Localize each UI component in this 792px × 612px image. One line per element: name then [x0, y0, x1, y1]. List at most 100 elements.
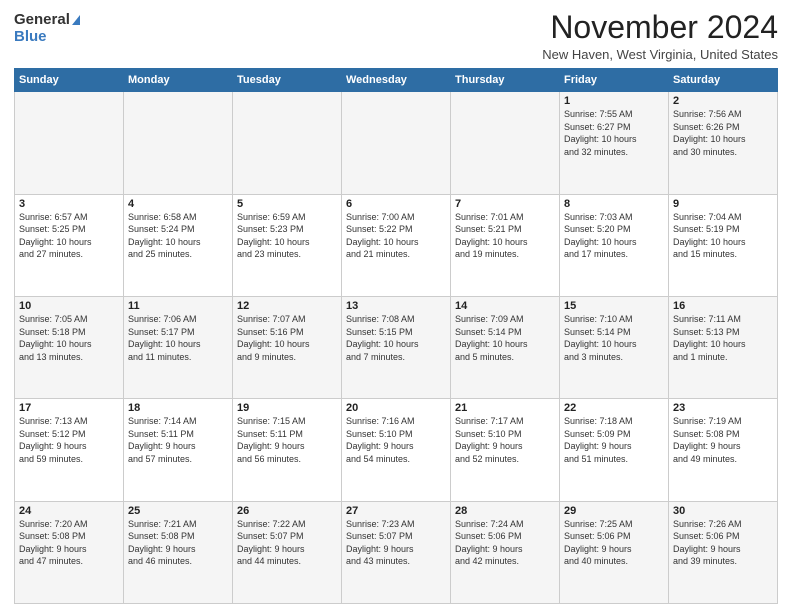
day-number: 2	[673, 95, 773, 107]
calendar-cell: 9Sunrise: 7:04 AM Sunset: 5:19 PM Daylig…	[669, 194, 778, 296]
title-block: November 2024 New Haven, West Virginia, …	[542, 10, 778, 62]
day-info: Sunrise: 6:57 AM Sunset: 5:25 PM Dayligh…	[19, 211, 119, 261]
day-number: 30	[673, 505, 773, 517]
day-info: Sunrise: 7:55 AM Sunset: 6:27 PM Dayligh…	[564, 108, 664, 158]
day-number: 11	[128, 300, 228, 312]
day-info: Sunrise: 7:25 AM Sunset: 5:06 PM Dayligh…	[564, 518, 664, 568]
calendar-cell: 21Sunrise: 7:17 AM Sunset: 5:10 PM Dayli…	[451, 399, 560, 501]
day-number: 26	[237, 505, 337, 517]
calendar-cell: 1Sunrise: 7:55 AM Sunset: 6:27 PM Daylig…	[560, 92, 669, 194]
calendar-week-5: 24Sunrise: 7:20 AM Sunset: 5:08 PM Dayli…	[15, 501, 778, 603]
day-number: 29	[564, 505, 664, 517]
calendar-week-2: 3Sunrise: 6:57 AM Sunset: 5:25 PM Daylig…	[15, 194, 778, 296]
day-number: 9	[673, 198, 773, 210]
day-number: 1	[564, 95, 664, 107]
weekday-header-sunday: Sunday	[15, 69, 124, 92]
weekday-header-tuesday: Tuesday	[233, 69, 342, 92]
calendar-cell: 29Sunrise: 7:25 AM Sunset: 5:06 PM Dayli…	[560, 501, 669, 603]
day-info: Sunrise: 7:11 AM Sunset: 5:13 PM Dayligh…	[673, 313, 773, 363]
calendar-cell: 14Sunrise: 7:09 AM Sunset: 5:14 PM Dayli…	[451, 296, 560, 398]
day-number: 28	[455, 505, 555, 517]
day-info: Sunrise: 7:04 AM Sunset: 5:19 PM Dayligh…	[673, 211, 773, 261]
calendar-cell: 24Sunrise: 7:20 AM Sunset: 5:08 PM Dayli…	[15, 501, 124, 603]
calendar-cell	[233, 92, 342, 194]
day-info: Sunrise: 7:26 AM Sunset: 5:06 PM Dayligh…	[673, 518, 773, 568]
header: General Blue November 2024 New Haven, We…	[14, 10, 778, 62]
day-number: 21	[455, 402, 555, 414]
day-info: Sunrise: 7:09 AM Sunset: 5:14 PM Dayligh…	[455, 313, 555, 363]
day-number: 22	[564, 402, 664, 414]
day-number: 7	[455, 198, 555, 210]
day-number: 16	[673, 300, 773, 312]
day-info: Sunrise: 7:23 AM Sunset: 5:07 PM Dayligh…	[346, 518, 446, 568]
day-number: 20	[346, 402, 446, 414]
month-title: November 2024	[542, 10, 778, 45]
calendar-cell: 10Sunrise: 7:05 AM Sunset: 5:18 PM Dayli…	[15, 296, 124, 398]
calendar-week-1: 1Sunrise: 7:55 AM Sunset: 6:27 PM Daylig…	[15, 92, 778, 194]
day-info: Sunrise: 7:13 AM Sunset: 5:12 PM Dayligh…	[19, 415, 119, 465]
day-info: Sunrise: 7:06 AM Sunset: 5:17 PM Dayligh…	[128, 313, 228, 363]
calendar-cell: 19Sunrise: 7:15 AM Sunset: 5:11 PM Dayli…	[233, 399, 342, 501]
day-number: 18	[128, 402, 228, 414]
day-number: 12	[237, 300, 337, 312]
day-number: 25	[128, 505, 228, 517]
weekday-header-thursday: Thursday	[451, 69, 560, 92]
day-info: Sunrise: 7:00 AM Sunset: 5:22 PM Dayligh…	[346, 211, 446, 261]
calendar-table: SundayMondayTuesdayWednesdayThursdayFrid…	[14, 68, 778, 604]
weekday-header-monday: Monday	[124, 69, 233, 92]
day-number: 14	[455, 300, 555, 312]
day-number: 4	[128, 198, 228, 210]
calendar-cell: 3Sunrise: 6:57 AM Sunset: 5:25 PM Daylig…	[15, 194, 124, 296]
day-info: Sunrise: 7:18 AM Sunset: 5:09 PM Dayligh…	[564, 415, 664, 465]
logo: General Blue	[14, 10, 80, 45]
calendar-cell: 12Sunrise: 7:07 AM Sunset: 5:16 PM Dayli…	[233, 296, 342, 398]
calendar-cell: 4Sunrise: 6:58 AM Sunset: 5:24 PM Daylig…	[124, 194, 233, 296]
location-text: New Haven, West Virginia, United States	[542, 47, 778, 62]
day-number: 23	[673, 402, 773, 414]
day-number: 27	[346, 505, 446, 517]
day-info: Sunrise: 7:17 AM Sunset: 5:10 PM Dayligh…	[455, 415, 555, 465]
calendar-cell: 18Sunrise: 7:14 AM Sunset: 5:11 PM Dayli…	[124, 399, 233, 501]
day-info: Sunrise: 6:58 AM Sunset: 5:24 PM Dayligh…	[128, 211, 228, 261]
calendar-cell	[451, 92, 560, 194]
calendar-cell: 20Sunrise: 7:16 AM Sunset: 5:10 PM Dayli…	[342, 399, 451, 501]
day-info: Sunrise: 7:19 AM Sunset: 5:08 PM Dayligh…	[673, 415, 773, 465]
calendar-cell: 28Sunrise: 7:24 AM Sunset: 5:06 PM Dayli…	[451, 501, 560, 603]
day-number: 6	[346, 198, 446, 210]
day-info: Sunrise: 7:20 AM Sunset: 5:08 PM Dayligh…	[19, 518, 119, 568]
day-number: 10	[19, 300, 119, 312]
calendar-cell: 7Sunrise: 7:01 AM Sunset: 5:21 PM Daylig…	[451, 194, 560, 296]
calendar-cell: 16Sunrise: 7:11 AM Sunset: 5:13 PM Dayli…	[669, 296, 778, 398]
calendar-cell: 2Sunrise: 7:56 AM Sunset: 6:26 PM Daylig…	[669, 92, 778, 194]
logo-general-text: General	[14, 12, 70, 29]
calendar-cell: 23Sunrise: 7:19 AM Sunset: 5:08 PM Dayli…	[669, 399, 778, 501]
calendar-cell: 6Sunrise: 7:00 AM Sunset: 5:22 PM Daylig…	[342, 194, 451, 296]
calendar-cell: 15Sunrise: 7:10 AM Sunset: 5:14 PM Dayli…	[560, 296, 669, 398]
calendar-cell: 8Sunrise: 7:03 AM Sunset: 5:20 PM Daylig…	[560, 194, 669, 296]
day-info: Sunrise: 7:03 AM Sunset: 5:20 PM Dayligh…	[564, 211, 664, 261]
page: General Blue November 2024 New Haven, We…	[0, 0, 792, 612]
day-info: Sunrise: 7:22 AM Sunset: 5:07 PM Dayligh…	[237, 518, 337, 568]
day-info: Sunrise: 7:07 AM Sunset: 5:16 PM Dayligh…	[237, 313, 337, 363]
day-info: Sunrise: 7:16 AM Sunset: 5:10 PM Dayligh…	[346, 415, 446, 465]
header-row: SundayMondayTuesdayWednesdayThursdayFrid…	[15, 69, 778, 92]
calendar-cell: 22Sunrise: 7:18 AM Sunset: 5:09 PM Dayli…	[560, 399, 669, 501]
day-info: Sunrise: 7:56 AM Sunset: 6:26 PM Dayligh…	[673, 108, 773, 158]
day-info: Sunrise: 7:10 AM Sunset: 5:14 PM Dayligh…	[564, 313, 664, 363]
calendar-body: 1Sunrise: 7:55 AM Sunset: 6:27 PM Daylig…	[15, 92, 778, 604]
day-info: Sunrise: 7:08 AM Sunset: 5:15 PM Dayligh…	[346, 313, 446, 363]
calendar-cell: 13Sunrise: 7:08 AM Sunset: 5:15 PM Dayli…	[342, 296, 451, 398]
weekday-header-wednesday: Wednesday	[342, 69, 451, 92]
day-info: Sunrise: 7:05 AM Sunset: 5:18 PM Dayligh…	[19, 313, 119, 363]
day-info: Sunrise: 6:59 AM Sunset: 5:23 PM Dayligh…	[237, 211, 337, 261]
logo-triangle-icon	[72, 15, 80, 25]
calendar-cell: 26Sunrise: 7:22 AM Sunset: 5:07 PM Dayli…	[233, 501, 342, 603]
calendar-cell: 25Sunrise: 7:21 AM Sunset: 5:08 PM Dayli…	[124, 501, 233, 603]
day-number: 8	[564, 198, 664, 210]
calendar-cell: 11Sunrise: 7:06 AM Sunset: 5:17 PM Dayli…	[124, 296, 233, 398]
weekday-header-saturday: Saturday	[669, 69, 778, 92]
day-info: Sunrise: 7:14 AM Sunset: 5:11 PM Dayligh…	[128, 415, 228, 465]
weekday-header-friday: Friday	[560, 69, 669, 92]
day-number: 24	[19, 505, 119, 517]
calendar-cell	[15, 92, 124, 194]
